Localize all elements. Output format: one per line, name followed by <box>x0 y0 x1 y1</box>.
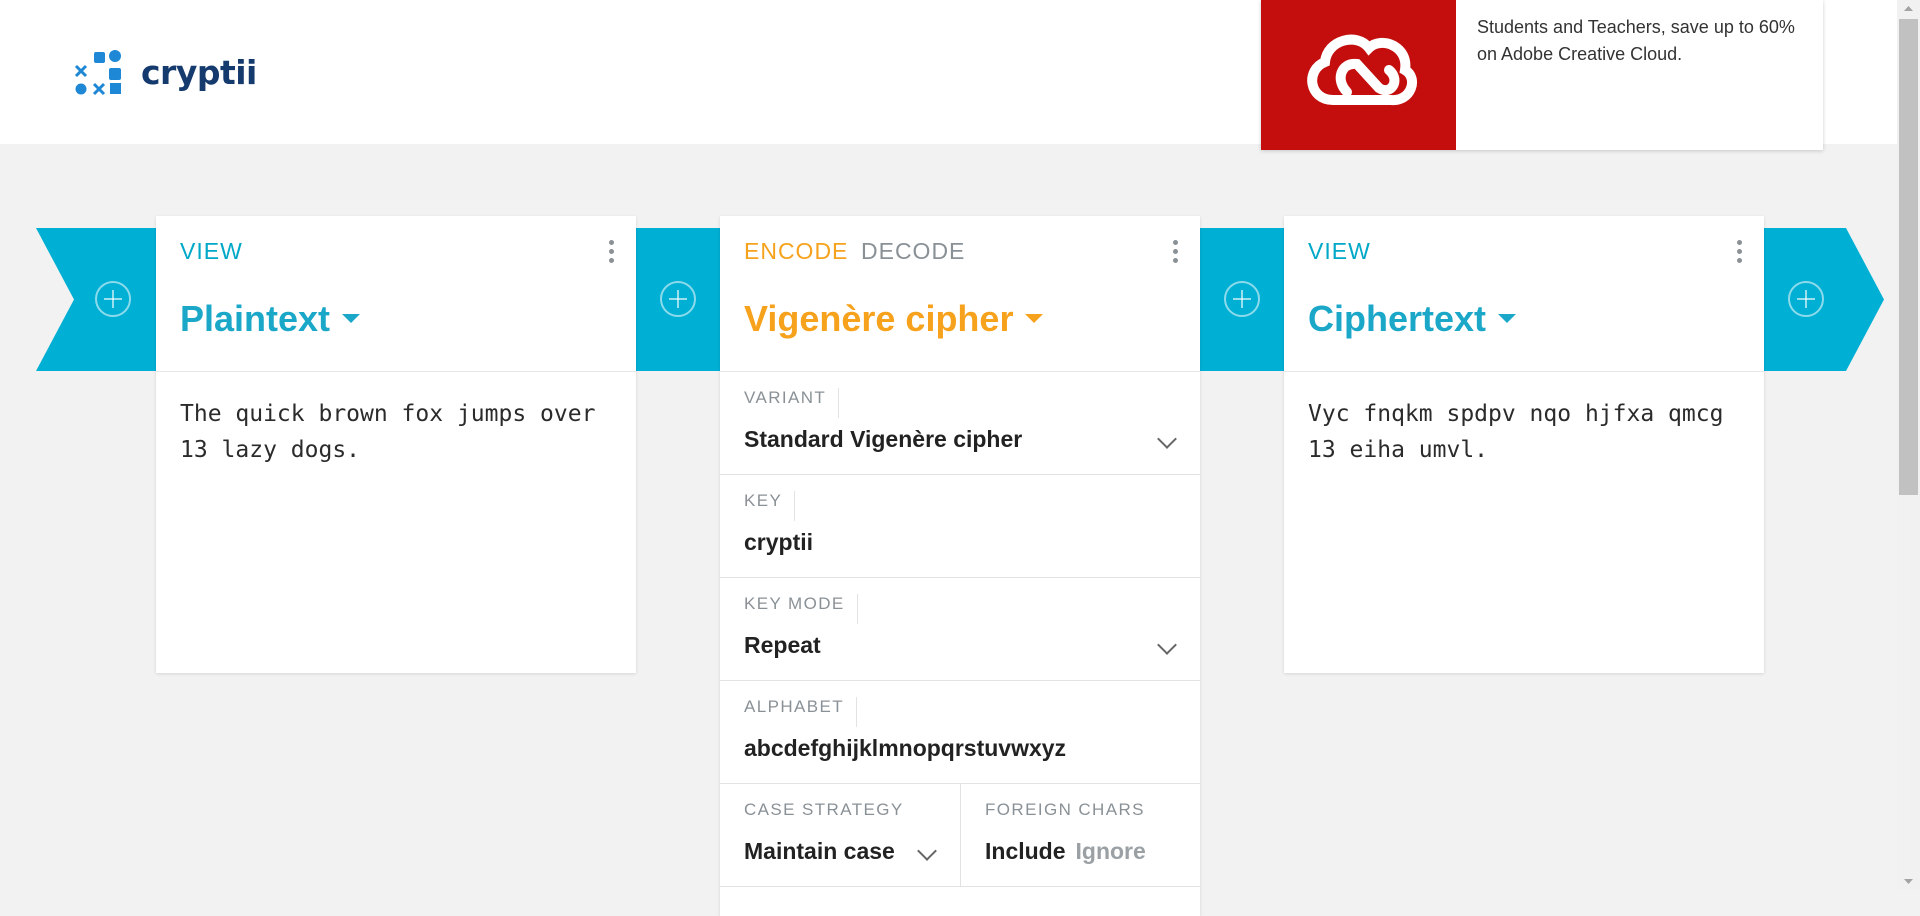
plaintext-card: VIEW Plaintext The quick brown fox jumps… <box>156 216 636 673</box>
chevron-down-icon[interactable] <box>1157 429 1177 449</box>
case-strategy-field[interactable]: CASE STRATEGY Maintain case <box>720 784 961 887</box>
card-header: VIEW Ciphertext <box>1284 216 1764 372</box>
encoder-selector[interactable]: Plaintext <box>180 298 361 340</box>
key-field[interactable]: KEY cryptii <box>720 475 1200 578</box>
cryptii-logo-icon <box>74 50 121 96</box>
add-brick-icon[interactable] <box>1224 281 1260 317</box>
more-options-icon[interactable] <box>1737 240 1742 264</box>
card-header: VIEW Plaintext <box>156 216 636 372</box>
key-mode-field[interactable]: KEY MODE Repeat <box>720 578 1200 681</box>
creative-cloud-icon <box>1307 34 1417 105</box>
foreign-chars-field: FOREIGN CHARS Include Ignore <box>961 784 1200 887</box>
encoder-selector[interactable]: Ciphertext <box>1308 298 1517 340</box>
ignore-option[interactable]: Ignore <box>1076 838 1146 864</box>
add-brick-icon[interactable] <box>660 281 696 317</box>
plaintext-input[interactable]: The quick brown fox jumps over 13 lazy d… <box>156 372 636 673</box>
chevron-down-icon[interactable] <box>1157 635 1177 655</box>
scroll-down-arrow-icon[interactable] <box>1897 872 1920 890</box>
foreign-chars-toggle: Include Ignore <box>985 838 1146 865</box>
case-strategy-select[interactable]: Maintain case <box>744 838 895 865</box>
view-mode-label[interactable]: VIEW <box>180 238 243 265</box>
card-title: Vigenère cipher <box>744 298 1014 339</box>
pipeline-connector-2[interactable] <box>1200 228 1284 371</box>
ciphertext-output[interactable]: Vyc fnqkm spdpv nqo hjfxa qmcg 13 eiha u… <box>1284 372 1764 673</box>
include-option[interactable]: Include <box>985 838 1066 864</box>
key-input[interactable]: cryptii <box>744 529 813 556</box>
cipher-selector[interactable]: Vigenère cipher <box>744 298 1044 340</box>
encode-tab[interactable]: ENCODE <box>744 238 848 265</box>
card-title: Plaintext <box>180 298 331 339</box>
card-title: Ciphertext <box>1308 298 1487 339</box>
variant-select[interactable]: Standard Vigenère cipher <box>744 426 1022 453</box>
card-header: ENCODE DECODE Vigenère cipher <box>720 216 1200 372</box>
chevron-down-icon[interactable] <box>917 841 937 861</box>
scroll-up-arrow-icon[interactable] <box>1897 0 1920 18</box>
pipeline-start-connector[interactable] <box>36 228 156 371</box>
dropdown-caret-icon <box>1025 313 1044 323</box>
alphabet-input[interactable]: abcdefghijklmnopqrstuvwxyz <box>744 735 1066 762</box>
add-brick-icon[interactable] <box>1788 281 1824 317</box>
cryptii-logo[interactable]: cryptii <box>74 48 257 96</box>
ciphertext-card: VIEW Ciphertext Vyc fnqkm spdpv nqo hjfx… <box>1284 216 1764 673</box>
add-brick-icon[interactable] <box>95 281 131 317</box>
dropdown-caret-icon <box>342 313 361 323</box>
more-options-icon[interactable] <box>609 240 614 264</box>
pipeline-connector-1[interactable] <box>636 228 720 371</box>
options-row: CASE STRATEGY Maintain case FOREIGN CHAR… <box>720 784 1200 887</box>
key-mode-select[interactable]: Repeat <box>744 632 821 659</box>
decode-tab[interactable]: DECODE <box>861 238 965 265</box>
app-name: cryptii <box>141 52 257 92</box>
alphabet-label: ALPHABET <box>744 697 858 727</box>
variant-field[interactable]: VARIANT Standard Vigenère cipher <box>720 372 1200 475</box>
scrollbar-thumb[interactable] <box>1899 19 1918 495</box>
alphabet-field[interactable]: ALPHABET abcdefghijklmnopqrstuvwxyz <box>720 681 1200 784</box>
variant-label: VARIANT <box>744 388 840 418</box>
foreign-chars-label: FOREIGN CHARS <box>985 800 1145 819</box>
ad-text[interactable]: Students and Teachers, save up to 60% on… <box>1477 14 1797 68</box>
pipeline-end-connector[interactable] <box>1764 228 1884 371</box>
case-strategy-label: CASE STRATEGY <box>744 800 904 819</box>
key-label: KEY <box>744 491 796 521</box>
dropdown-caret-icon <box>1498 313 1517 323</box>
ad-image[interactable] <box>1261 0 1456 150</box>
view-mode-label[interactable]: VIEW <box>1308 238 1371 265</box>
vigenere-card: ENCODE DECODE Vigenère cipher VARIANT St… <box>720 216 1200 916</box>
key-mode-label: KEY MODE <box>744 594 858 624</box>
site-header: cryptii Students and Teachers, save up t… <box>0 0 1897 150</box>
adobe-ad[interactable]: Students and Teachers, save up to 60% on… <box>1261 0 1823 150</box>
more-options-icon[interactable] <box>1173 240 1178 264</box>
